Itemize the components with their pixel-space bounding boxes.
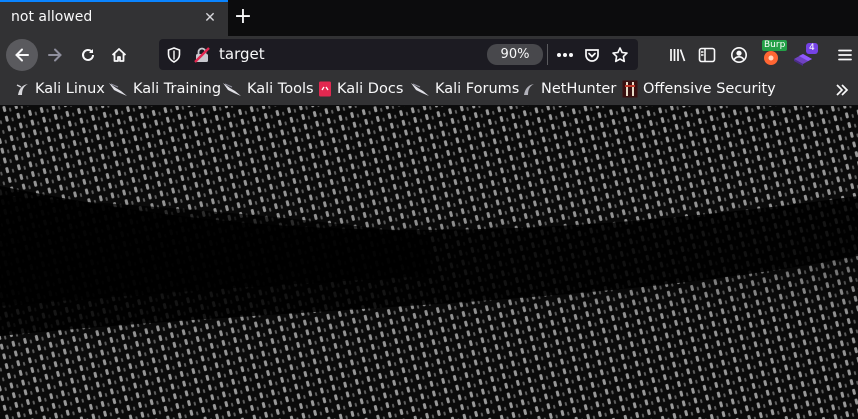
kali-dragon-icon [411, 83, 429, 96]
bookmark-label: Kali Tools [247, 81, 314, 97]
tab-strip: not allowed ✕ + [0, 0, 858, 36]
offsec-icon [622, 80, 638, 98]
burp-badge: Burp [762, 40, 788, 51]
bookmark-kali-docs[interactable]: Kali Docs [318, 79, 403, 99]
bookmark-label: Kali Docs [337, 81, 404, 97]
bookmark-label: NetHunter [541, 81, 617, 97]
back-button[interactable] [6, 39, 38, 71]
bookmark-star-icon[interactable] [609, 44, 631, 66]
binary-rain-background [0, 106, 858, 419]
url-text[interactable]: target [219, 45, 265, 63]
url-bar[interactable]: target 90% [159, 39, 638, 70]
sidebar-icon [698, 47, 716, 63]
bookmarks-overflow-button[interactable] [835, 80, 854, 100]
zoom-level-button[interactable]: 90% [487, 44, 543, 65]
tracking-protection-shield-icon[interactable] [163, 44, 185, 66]
page-content-background-image [0, 106, 858, 419]
url-bar-separator [547, 44, 548, 65]
home-button[interactable] [104, 40, 134, 70]
home-icon [111, 48, 127, 62]
kali-dragon-icon [16, 84, 28, 95]
reload-icon [82, 48, 94, 61]
bookmark-kali-tools[interactable]: Kali Tools [222, 79, 314, 99]
bookmark-kali-training[interactable]: Kali Training [108, 79, 221, 99]
library-icon [670, 49, 686, 62]
library-button[interactable] [663, 40, 693, 70]
back-arrow-icon [15, 48, 29, 62]
forward-arrow-icon [48, 48, 62, 62]
bookmark-label: Kali Training [133, 81, 222, 97]
bookmark-label: Kali Forums [435, 81, 520, 97]
hamburger-menu-icon [838, 49, 852, 61]
tab-active[interactable]: not allowed ✕ [0, 0, 228, 36]
sidebar-button[interactable] [692, 40, 722, 70]
extension-badge-count: 4 [806, 43, 818, 54]
burp-proxy-extension-button[interactable]: Burp [757, 40, 788, 70]
tab-title: not allowed [11, 9, 93, 25]
purple-extension-button[interactable]: 4 [788, 40, 818, 70]
nethunter-icon [524, 84, 534, 95]
bookmark-offensive-security[interactable]: Offensive Security [622, 79, 776, 99]
bookmark-kali-linux[interactable]: Kali Linux [16, 79, 105, 99]
account-button[interactable] [724, 40, 754, 70]
bookmark-kali-forums[interactable]: Kali Forums [410, 79, 519, 99]
bookmark-label: Kali Linux [35, 81, 105, 97]
kali-dragon-icon [109, 83, 127, 96]
navigation-toolbar: target 90% Burp 4 [0, 36, 858, 74]
menu-button[interactable] [830, 40, 858, 70]
account-icon [731, 47, 747, 63]
kali-docs-icon [319, 81, 331, 97]
bookmark-label: Offensive Security [643, 81, 776, 97]
bookmark-nethunter[interactable]: NetHunter [522, 79, 616, 99]
reload-button[interactable] [73, 40, 103, 70]
forward-button[interactable] [40, 40, 70, 70]
chevron-double-right-icon [836, 84, 849, 96]
page-actions-icon[interactable] [554, 44, 576, 66]
new-tab-button[interactable]: + [231, 4, 255, 30]
kali-dragon-icon [223, 83, 241, 96]
tab-close-icon[interactable]: ✕ [200, 8, 220, 28]
bookmarks-toolbar: Kali Linux Kali Training Kali Tools Kali… [0, 74, 858, 106]
insecure-connection-icon[interactable] [191, 44, 213, 66]
pocket-icon[interactable] [581, 44, 603, 66]
